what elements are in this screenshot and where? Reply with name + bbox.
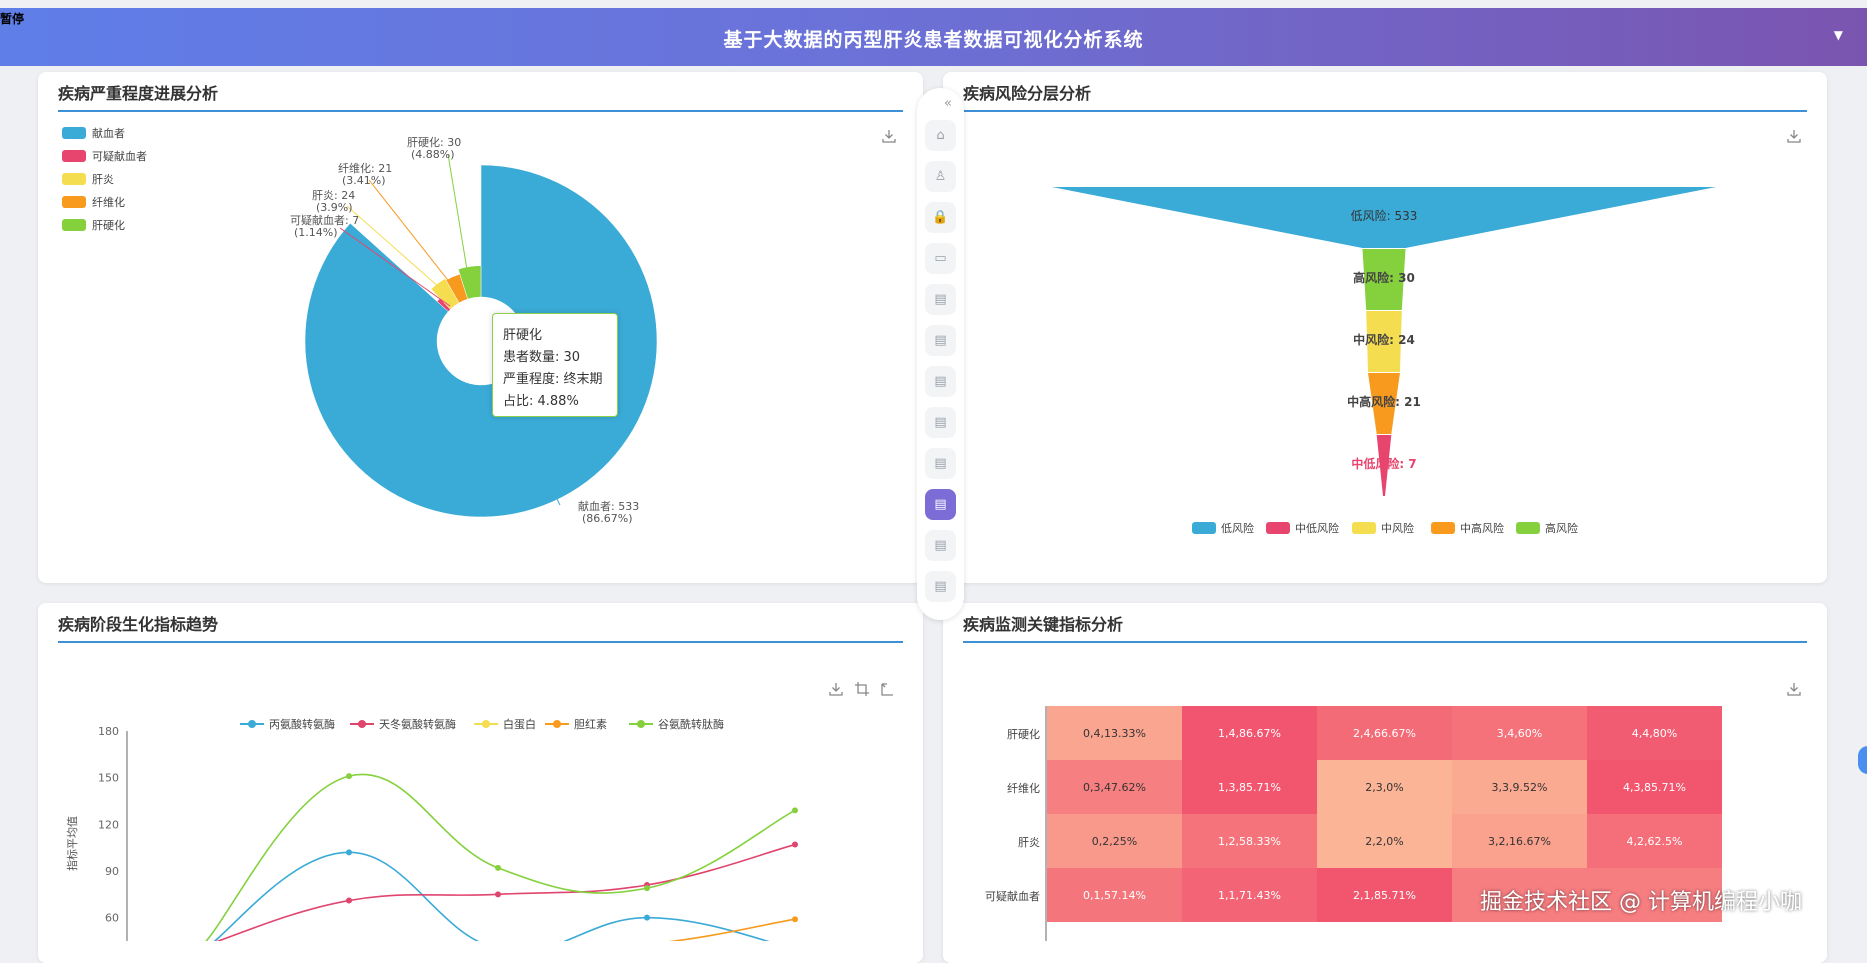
heatmap-row-label: 纤维化 xyxy=(1007,782,1040,795)
legend-swatch xyxy=(62,218,86,231)
document-icon[interactable]: ▤ xyxy=(925,407,956,438)
legend-item[interactable]: 可疑献血者 xyxy=(62,144,147,167)
legend-label: 纤维化 xyxy=(92,195,125,209)
floating-assistant-button[interactable] xyxy=(1858,746,1867,774)
title-underline xyxy=(963,110,1807,112)
heatmap-cell[interactable]: 1,2,58.33% xyxy=(1182,814,1317,868)
legend-item[interactable]: 肝硬化 xyxy=(62,213,147,236)
crop-icon[interactable] xyxy=(854,681,870,701)
page-title: 基于大数据的丙型肝炎患者数据可视化分析系统 xyxy=(723,29,1144,51)
panel-title: 疾病严重程度进展分析 xyxy=(58,84,219,103)
risk-stratification-panel: 疾病风险分层分析 xyxy=(943,72,1827,583)
biochem-trend-panel: 疾病阶段生化指标趋势 xyxy=(38,603,923,963)
restore-icon[interactable] xyxy=(879,681,895,701)
presentation-icon[interactable]: ▭ xyxy=(925,243,956,274)
document-icon[interactable]: ▤ xyxy=(925,489,956,520)
document-icon[interactable]: ▤ xyxy=(925,448,956,479)
document-icon[interactable]: ▤ xyxy=(925,284,956,315)
heatmap-row-label: 肝硬化 xyxy=(1007,728,1040,741)
heatmap-cell[interactable]: 3,3,9.52% xyxy=(1452,760,1587,814)
legend-item[interactable]: 肝炎 xyxy=(62,167,147,190)
app-header: 暂停 基于大数据的丙型肝炎患者数据可视化分析系统 ▼ xyxy=(0,8,1867,66)
heatmap-cell[interactable]: 1,3,85.71% xyxy=(1182,760,1317,814)
caret-down-icon[interactable]: ▼ xyxy=(1834,28,1843,42)
legend-label: 可疑献血者 xyxy=(92,149,147,163)
legend-swatch xyxy=(62,126,86,139)
heatmap-cell[interactable]: 1,4,86.67% xyxy=(1182,706,1317,760)
home-icon[interactable]: ⌂ xyxy=(925,120,956,151)
document-icon[interactable]: ▤ xyxy=(925,325,956,356)
title-underline xyxy=(963,641,1807,643)
tooltip-count: 患者数量: 30 xyxy=(503,350,581,365)
legend-item[interactable]: 献血者 xyxy=(62,121,147,144)
heatmap-cell[interactable]: 0,1,57.14% xyxy=(1047,868,1182,922)
double-chevron-left-icon[interactable]: « xyxy=(944,96,952,111)
heatmap-cell[interactable]: 4,4,80% xyxy=(1587,706,1722,760)
legend-swatch xyxy=(62,149,86,162)
legend-label: 肝硬化 xyxy=(92,218,125,232)
heatmap-cell[interactable]: 2,2,0% xyxy=(1317,814,1452,868)
tooltip-title: 肝硬化 xyxy=(503,328,543,343)
document-icon[interactable]: ▤ xyxy=(925,571,956,602)
heatmap-cell[interactable]: 4,2,62.5% xyxy=(1587,814,1722,868)
heatmap-row-label: 肝炎 xyxy=(1018,836,1040,849)
download-icon[interactable] xyxy=(1786,128,1802,148)
watermark: 掘金技术社区 @ 计算机编程小咖 xyxy=(1480,890,1802,915)
legend-swatch xyxy=(62,172,86,185)
heatmap-row-label: 可疑献血者 xyxy=(985,890,1040,903)
side-nav: « ⌂ ♙ 🔒 ▭ ▤ ▤ ▤ ▤ ▤ ▤ ▤ ▤ xyxy=(917,88,964,620)
panel-title: 疾病阶段生化指标趋势 xyxy=(58,615,219,634)
pie-tooltip: 肝硬化 患者数量: 30 严重程度: 终末期 占比: 4.88% xyxy=(492,313,618,417)
document-icon[interactable]: ▤ xyxy=(925,366,956,397)
title-underline xyxy=(58,641,903,643)
severity-progress-panel: 疾病严重程度进展分析 献血者可疑献血者肝炎纤维化肝硬化 xyxy=(38,72,923,583)
tooltip-ratio: 占比: 4.88% xyxy=(503,394,579,409)
download-icon[interactable] xyxy=(828,681,844,701)
heatmap-cell[interactable]: 3,4,60% xyxy=(1452,706,1587,760)
download-icon[interactable] xyxy=(1786,681,1802,701)
pie-legend: 献血者可疑献血者肝炎纤维化肝硬化 xyxy=(62,121,147,236)
legend-item[interactable]: 纤维化 xyxy=(62,190,147,213)
legend-label: 肝炎 xyxy=(92,172,114,186)
legend-swatch xyxy=(62,195,86,208)
heatmap-cell[interactable]: 2,4,66.67% xyxy=(1317,706,1452,760)
legend-label: 献血者 xyxy=(92,126,125,140)
heatmap-cell[interactable]: 0,2,25% xyxy=(1047,814,1182,868)
document-icon[interactable]: ▤ xyxy=(925,530,956,561)
panel-title: 疾病监测关键指标分析 xyxy=(963,615,1124,634)
heatmap-cell[interactable]: 3,2,16.67% xyxy=(1452,814,1587,868)
heatmap-cell[interactable]: 2,3,0% xyxy=(1317,760,1452,814)
heatmap-cell[interactable]: 0,3,47.62% xyxy=(1047,760,1182,814)
heatmap-cell[interactable]: 2,1,85.71% xyxy=(1317,868,1452,922)
lock-icon[interactable]: 🔒 xyxy=(925,202,956,233)
user-icon[interactable]: ♙ xyxy=(925,161,956,192)
heatmap-cell[interactable]: 4,3,85.71% xyxy=(1587,760,1722,814)
heatmap-cell[interactable]: 1,1,71.43% xyxy=(1182,868,1317,922)
panel-title: 疾病风险分层分析 xyxy=(963,84,1092,103)
tooltip-severity: 严重程度: 终末期 xyxy=(503,372,603,387)
title-underline xyxy=(58,110,903,112)
download-icon[interactable] xyxy=(881,128,897,148)
heatmap-cell[interactable]: 0,4,13.33% xyxy=(1047,706,1182,760)
